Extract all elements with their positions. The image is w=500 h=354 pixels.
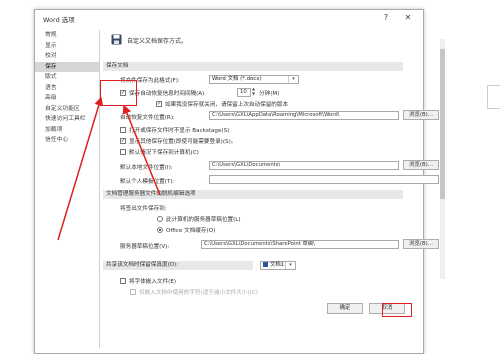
arrow-to-keep-version [122, 104, 161, 196]
annotation-arrows [57, 96, 161, 241]
arrow-to-checkbox [57, 96, 104, 241]
